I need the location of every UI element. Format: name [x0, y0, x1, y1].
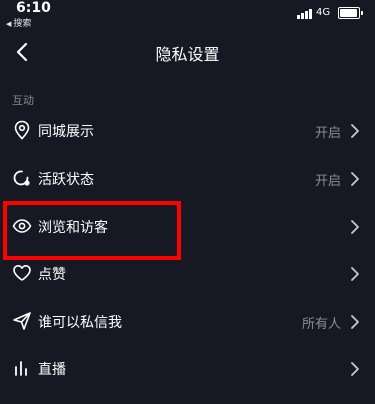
setting-row-live[interactable]: 直播	[0, 346, 375, 392]
chevron-right-icon	[351, 220, 359, 234]
network-type: 4G	[316, 7, 331, 18]
setting-row-nearby[interactable]: 同城展示 开启	[0, 108, 375, 154]
back-to-app-link[interactable]: ◀ 搜索	[6, 16, 31, 29]
live-bars-icon	[12, 358, 32, 378]
highlight-box	[3, 201, 181, 260]
activity-status-icon	[12, 168, 32, 188]
chevron-right-icon	[351, 315, 359, 329]
page-title: 隐私设置	[155, 45, 220, 64]
chevron-right-icon	[351, 362, 359, 376]
setting-row-value: 开启	[314, 126, 341, 141]
section-label-interaction: 互动	[12, 94, 34, 107]
signal-icon	[297, 9, 313, 19]
setting-row-value: 开启	[314, 174, 341, 189]
setting-row-who-can-message[interactable]: 谁可以私信我 所有人	[0, 299, 375, 345]
setting-row-value: 所有人	[301, 317, 341, 332]
status-time: 6:10	[16, 0, 51, 16]
setting-row-label: 活跃状态	[38, 172, 94, 188]
send-icon	[12, 311, 32, 331]
location-pin-icon	[12, 120, 32, 140]
status-bar: 6:10 ◀ 搜索 4G	[0, 0, 375, 30]
battery-icon	[338, 7, 363, 19]
chevron-right-icon	[351, 267, 359, 281]
setting-row-activity-status[interactable]: 活跃状态 开启	[0, 156, 375, 202]
back-to-app-label: 搜索	[13, 19, 32, 29]
setting-row-label: 谁可以私信我	[38, 315, 122, 331]
setting-row-label: 同城展示	[38, 124, 94, 140]
back-triangle-icon: ◀	[6, 20, 12, 28]
chevron-right-icon	[351, 124, 359, 138]
chevron-right-icon	[351, 172, 359, 186]
heart-icon	[12, 263, 32, 283]
setting-row-label: 点赞	[38, 267, 66, 283]
nav-bar: 隐私设置	[0, 30, 375, 74]
setting-row-label: 直播	[38, 362, 66, 378]
